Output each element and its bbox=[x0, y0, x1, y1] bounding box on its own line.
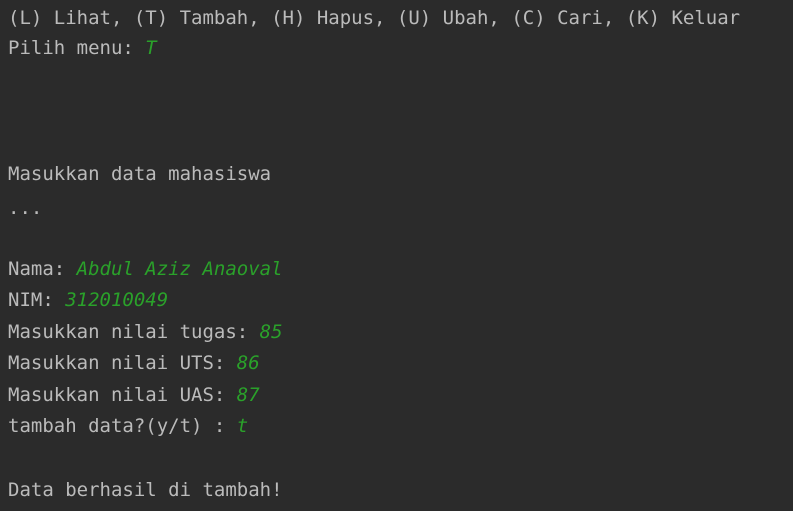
uts-input-value: 86 bbox=[236, 352, 260, 374]
tambah-line: tambah data?(y/t) : t bbox=[8, 413, 248, 439]
tambah-prompt-label: tambah data?(y/t) : bbox=[8, 415, 237, 437]
uts-prompt-label: Masukkan nilai UTS: bbox=[8, 352, 237, 374]
nim-input-value: 312010049 bbox=[65, 289, 169, 311]
uts-line: Masukkan nilai UTS: 86 bbox=[8, 350, 260, 376]
uas-input-value: 87 bbox=[236, 384, 260, 406]
menu-options-text: (L) Lihat, (T) Tambah, (H) Hapus, (U) Ub… bbox=[8, 7, 741, 29]
console-output[interactable]: (L) Lihat, (T) Tambah, (H) Hapus, (U) Ub… bbox=[0, 0, 793, 511]
nim-line: NIM: 312010049 bbox=[8, 287, 168, 313]
menu-input-value: T bbox=[145, 37, 157, 59]
heading-line: Masukkan data mahasiswa bbox=[8, 161, 271, 187]
tugas-prompt-label: Masukkan nilai tugas: bbox=[8, 321, 260, 343]
menu-prompt-line: Pilih menu: T bbox=[8, 35, 157, 61]
nama-line: Nama: Abdul Aziz Anaoval bbox=[8, 256, 283, 282]
nama-prompt-label: Nama: bbox=[8, 258, 77, 280]
nama-input-value: Abdul Aziz Anaoval bbox=[76, 258, 283, 280]
uas-prompt-label: Masukkan nilai UAS: bbox=[8, 384, 237, 406]
result-text: Data berhasil di tambah! bbox=[8, 479, 283, 501]
tugas-input-value: 85 bbox=[259, 321, 283, 343]
menu-options-line: (L) Lihat, (T) Tambah, (H) Hapus, (U) Ub… bbox=[8, 5, 740, 31]
uas-line: Masukkan nilai UAS: 87 bbox=[8, 382, 260, 408]
nim-prompt-label: NIM: bbox=[8, 289, 66, 311]
ellipsis-line: ... bbox=[8, 195, 42, 221]
tugas-line: Masukkan nilai tugas: 85 bbox=[8, 319, 283, 345]
result-line: Data berhasil di tambah! bbox=[8, 477, 283, 503]
heading-text: Masukkan data mahasiswa bbox=[8, 163, 272, 185]
menu-prompt-label: Pilih menu: bbox=[8, 37, 146, 59]
ellipsis-text: ... bbox=[8, 197, 43, 219]
tambah-input-value: t bbox=[236, 415, 249, 437]
